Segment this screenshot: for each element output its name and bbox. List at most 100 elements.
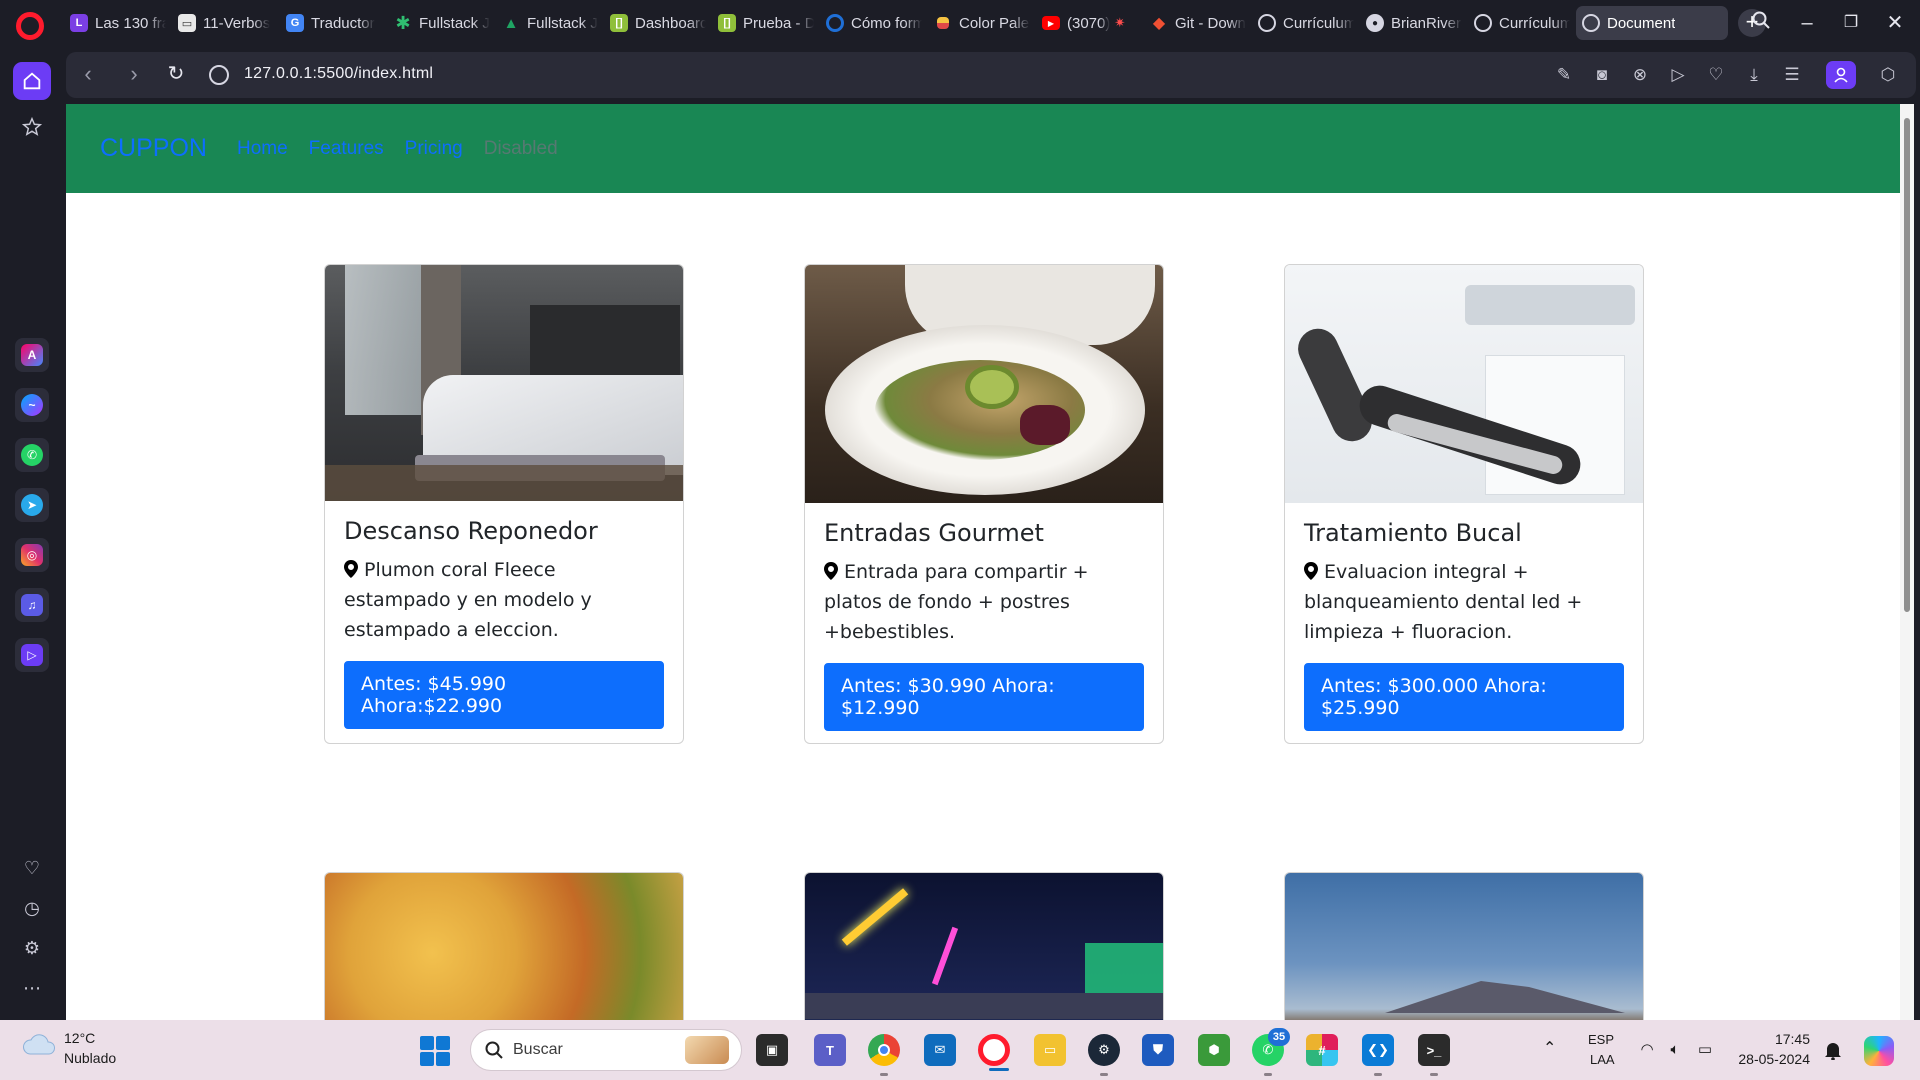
send-icon[interactable]: ▷ — [1666, 63, 1690, 87]
browser-tab[interactable]: Color Palet — [928, 6, 1036, 40]
minimize-button[interactable]: – — [1792, 8, 1822, 38]
price-button[interactable]: Antes: $300.000 Ahora: $25.990 — [1304, 663, 1624, 731]
terminal-icon[interactable]: >_ — [1418, 1034, 1450, 1076]
cloud-icon[interactable] — [22, 1034, 56, 1056]
nav-link-pricing[interactable]: Pricing — [405, 138, 463, 160]
restore-button[interactable]: ❐ — [1836, 8, 1866, 38]
copilot-icon[interactable] — [1864, 1036, 1894, 1066]
audio-playing-icon[interactable]: ✷ — [1114, 15, 1125, 31]
history-icon[interactable]: ◷ — [20, 896, 44, 920]
browser-tab[interactable]: ▶ (3070) ✷ — [1036, 6, 1144, 40]
browser-tab-strip: L Las 130 frases ▭ 11-Verbos G Traductor ✱ F… — [0, 0, 1920, 46]
clock-time[interactable]: 17:45 — [1740, 1031, 1810, 1047]
task-view-icon[interactable]: ▣ — [756, 1034, 788, 1066]
speaker-icon[interactable]: 🔈︎ — [1664, 1039, 1686, 1059]
instagram-icon: ◎ — [21, 544, 43, 566]
reload-button[interactable]: ↻ — [162, 61, 190, 89]
opera-logo-icon[interactable] — [16, 12, 44, 40]
opera-icon[interactable] — [978, 1034, 1010, 1071]
defender-shield-icon[interactable]: ⛊ — [1142, 1034, 1174, 1066]
heart-icon[interactable]: ♡ — [1704, 63, 1728, 87]
scrollbar-thumb[interactable] — [1904, 118, 1910, 612]
vscode-icon[interactable]: ❮❯ — [1362, 1034, 1394, 1076]
back-button[interactable]: ‹ — [74, 61, 102, 89]
tab-list: L Las 130 frases ▭ 11-Verbos G Traductor ✱ F… — [64, 6, 1766, 40]
adblock-icon[interactable]: ⊗ — [1628, 63, 1652, 87]
whatsapp-app-button[interactable]: ✆ — [15, 438, 49, 472]
search-icon — [485, 1041, 503, 1059]
browser-tab[interactable]: L Las 130 frases — [64, 6, 172, 40]
browser-tab-active[interactable]: Document — [1576, 6, 1728, 40]
forward-button[interactable]: › — [120, 61, 148, 89]
browser-tab[interactable]: Currículum — [1468, 6, 1576, 40]
teams-icon[interactable]: T — [814, 1034, 846, 1066]
profile-button[interactable] — [1826, 61, 1856, 89]
browser-tab[interactable]: ● BrianRivera — [1360, 6, 1468, 40]
slack-icon[interactable]: # — [1306, 1034, 1338, 1066]
browser-tab[interactable]: G Traductor — [280, 6, 388, 40]
chevron-up-icon[interactable]: ⌃ — [1543, 1038, 1556, 1058]
bedroom-photo — [325, 265, 683, 501]
instagram-app-button[interactable]: ◎ — [15, 538, 49, 572]
extensions-icon[interactable]: ⬡ — [1876, 63, 1900, 87]
vertical-scrollbar[interactable] — [1900, 104, 1914, 1020]
easy-setup-icon[interactable]: ☰ — [1780, 63, 1804, 87]
pinboards-button[interactable] — [13, 108, 51, 146]
tab-title: Document — [1607, 14, 1676, 32]
star-icon — [21, 116, 43, 136]
amusement-park-photo — [805, 873, 1163, 1020]
search-tabs-icon[interactable] — [1746, 8, 1776, 38]
globe-icon — [1474, 14, 1492, 32]
price-button[interactable]: Antes: $45.990 Ahora:$22.990 — [344, 661, 664, 729]
music-player-button[interactable]: ♫ — [15, 588, 49, 622]
browser-tab[interactable]: ▲ Fullstack J — [496, 6, 604, 40]
bracket-icon: [] — [610, 14, 628, 32]
heart-icon[interactable]: ♡ — [20, 856, 44, 880]
home-icon — [23, 72, 41, 90]
messenger-app-button[interactable]: ~ — [15, 388, 49, 422]
nodejs-icon[interactable]: ⬢ — [1198, 1034, 1230, 1066]
tab-title: Color Palet — [959, 14, 1030, 32]
globe-icon[interactable] — [209, 65, 229, 85]
steam-icon[interactable]: ⚙ — [1088, 1034, 1120, 1076]
aria-app-button[interactable]: A — [15, 338, 49, 372]
edit-icon[interactable]: ✎ — [1552, 63, 1576, 87]
weather-temperature[interactable]: 12°C — [64, 1030, 95, 1046]
card-title: Entradas Gourmet — [824, 519, 1044, 547]
camera-icon[interactable]: ◙ — [1590, 63, 1614, 87]
chrome-icon[interactable] — [868, 1034, 900, 1076]
browser-tab[interactable]: ▭ 11-Verbos — [172, 6, 280, 40]
brand-link[interactable]: CUPPON — [100, 134, 207, 163]
nav-link-features[interactable]: Features — [309, 138, 384, 160]
clock-date[interactable]: 28-05-2024 — [1728, 1051, 1810, 1067]
nav-link-home[interactable]: Home — [237, 138, 288, 160]
gear-icon[interactable]: ⚙ — [20, 936, 44, 960]
start-button[interactable] — [420, 1036, 450, 1066]
language-indicator[interactable]: ESP — [1588, 1032, 1614, 1047]
browser-tab[interactable]: ✱ Fullstack J — [388, 6, 496, 40]
more-icon[interactable]: ⋯ — [20, 976, 44, 1000]
telegram-app-button[interactable]: ➤ — [15, 488, 49, 522]
close-window-button[interactable]: ✕ — [1880, 8, 1910, 38]
browser-tab[interactable]: Cómo forma — [820, 6, 928, 40]
battery-icon[interactable]: ▭ — [1694, 1039, 1716, 1059]
home-button[interactable] — [13, 62, 51, 100]
mail-icon[interactable]: ✉ — [924, 1034, 956, 1066]
player-button[interactable]: ▷ — [15, 638, 49, 672]
notification-bell-icon[interactable] — [1824, 1040, 1842, 1060]
browser-tab[interactable]: ◆ Git - Down — [1144, 6, 1252, 40]
spinner-icon — [826, 14, 844, 32]
browser-tab[interactable]: [] Prueba - D — [712, 6, 820, 40]
browser-tab[interactable]: [] Dashboard — [604, 6, 712, 40]
taskbar-search[interactable]: Buscar — [470, 1029, 742, 1071]
address-bar[interactable]: 127.0.0.1:5500/index.html — [244, 65, 433, 83]
browser-tab[interactable]: Currículum — [1252, 6, 1360, 40]
wifi-icon[interactable]: ◠ — [1636, 1039, 1658, 1059]
download-icon[interactable]: ⤓ — [1742, 63, 1766, 87]
site-navbar: CUPPON Home Features Pricing Disabled — [66, 104, 1900, 193]
price-button[interactable]: Antes: $30.990 Ahora: $12.990 — [824, 663, 1144, 731]
keyboard-layout-indicator[interactable]: LAA — [1590, 1052, 1615, 1067]
file-explorer-icon[interactable]: ▭ — [1034, 1034, 1066, 1066]
weather-description[interactable]: Nublado — [64, 1050, 116, 1066]
whatsapp-icon: ✆ — [21, 444, 43, 466]
